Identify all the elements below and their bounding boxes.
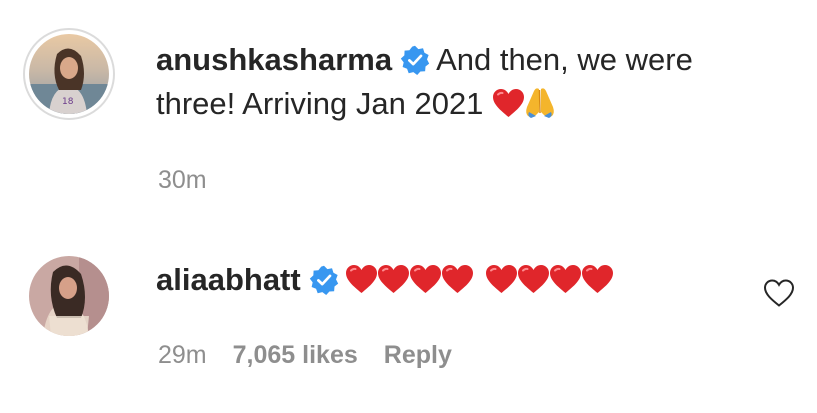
verified-badge-icon (309, 265, 338, 295)
comment-username[interactable]: anushkasharma (156, 42, 392, 77)
verified-badge-icon (400, 45, 430, 75)
comment-anushkasharma: 18 anushkasharma And then, we were three… (0, 0, 817, 210)
emoji-group-2 (485, 262, 613, 297)
comment-body-line1: And then, we were (436, 42, 693, 77)
comment-text: anushkasharma And then, we were (156, 38, 693, 82)
comment-username[interactable]: aliaabhatt (156, 262, 301, 297)
red-heart-icon (581, 265, 613, 293)
comment-time[interactable]: 29m (158, 341, 207, 369)
avatar-image: 18 (29, 34, 109, 114)
comment-aliaabhatt: aliaabhatt 29m 7,065 likes Reply (0, 210, 817, 413)
red-heart-icon (409, 265, 441, 293)
comment-meta: 29m 7,065 likes Reply (158, 339, 478, 371)
comment-body-line2: three! Arriving Jan 2021 (156, 86, 484, 121)
red-heart-icon (377, 265, 409, 293)
red-heart-icon (549, 265, 581, 293)
avatar-image (29, 256, 109, 336)
red-heart-icon (345, 265, 377, 293)
svg-text:18: 18 (62, 97, 74, 107)
comment-likes[interactable]: 7,065 likes (233, 341, 358, 369)
red-heart-icon (493, 89, 525, 117)
red-heart-icon (517, 265, 549, 293)
comment-meta: 30m (158, 164, 233, 196)
heart-outline-icon[interactable] (763, 278, 795, 308)
comment-time[interactable]: 30m (158, 166, 207, 194)
avatar[interactable]: 18 (23, 28, 115, 120)
red-heart-icon (441, 265, 473, 293)
comment-text: aliaabhatt (156, 258, 613, 302)
reply-button[interactable]: Reply (384, 341, 452, 369)
avatar[interactable] (23, 250, 115, 342)
red-heart-icon (485, 265, 517, 293)
emoji-group-1 (345, 262, 473, 297)
comment-text-line2: three! Arriving Jan 2021 (156, 82, 556, 126)
folded-hands-icon (526, 88, 554, 118)
